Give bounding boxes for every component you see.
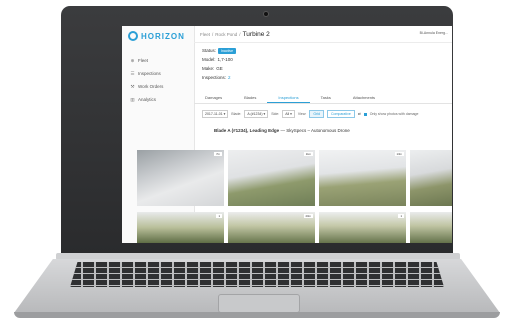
laptop-hinge: [56, 253, 460, 260]
breadcrumb-separator: /: [212, 31, 214, 37]
photo-badge: 11m: [303, 152, 313, 156]
photo-badge: 7m: [214, 152, 222, 156]
photo-group-name: Blade A (#1234), Leading Edge: [214, 128, 280, 133]
logo-icon: [128, 31, 138, 41]
sidebar-nav: ⊕ Fleet ☰ Inspections ⚒ Work Orders ▥ An…: [130, 54, 163, 106]
view-label: View:: [297, 112, 307, 116]
photo-thumbnail[interactable]: 1: [319, 212, 406, 243]
tab-bar: Damages Blades Inspections Tasks Attachm…: [194, 92, 452, 104]
page-title: Turbine 2: [242, 30, 270, 38]
photo-thumbnail[interactable]: [410, 212, 452, 243]
sidebar-item-fleet[interactable]: ⊕ Fleet: [130, 54, 163, 67]
touchpad: [218, 294, 300, 313]
inspections-count-link[interactable]: 2: [228, 75, 231, 80]
photo-thumbnail[interactable]: 13m: [319, 150, 406, 206]
photo-badge: 1: [398, 214, 404, 218]
laptop-front-edge: [14, 312, 500, 318]
analytics-icon: ▥: [130, 96, 135, 102]
sidebar-item-label: Analytics: [138, 97, 157, 102]
filter-bar: 2017-11-01 ▾ Blade: A (#1234) ▾ Side: Al…: [202, 110, 418, 118]
photo-thumbnail[interactable]: [410, 150, 452, 206]
app-window: HORIZON ⊕ Fleet ☰ Inspections ⚒ Work Ord…: [122, 26, 452, 243]
sidebar-item-inspections[interactable]: ☰ Inspections: [130, 67, 163, 80]
sidebar-item-label: Inspections: [138, 71, 161, 76]
sidebar-item-work-orders[interactable]: ⚒ Work Orders: [130, 80, 163, 93]
tab-blades[interactable]: Blades: [233, 92, 267, 103]
keyboard-rows: [70, 262, 444, 287]
status-label: Status:: [202, 48, 217, 53]
side-value: All: [285, 112, 290, 116]
wrench-icon: ⚒: [130, 83, 135, 89]
side-select[interactable]: All ▾: [282, 110, 295, 118]
laptop-screen: HORIZON ⊕ Fleet ☰ Inspections ⚒ Work Ord…: [122, 26, 452, 243]
photo-thumbnail[interactable]: 7m: [137, 150, 224, 206]
logo-text: HORIZON: [141, 31, 185, 41]
date-value: 2017-11-01: [205, 112, 223, 116]
webcam: [263, 11, 269, 17]
make-label: Make:: [202, 66, 215, 71]
inspections-icon: ☰: [130, 70, 135, 76]
photo-group-title: Blade A (#1234), Leading Edge — SkySpecs…: [214, 128, 350, 133]
logo[interactable]: HORIZON: [128, 31, 185, 41]
only-damage-checkbox[interactable]: [363, 112, 367, 116]
user-menu[interactable]: Bi-Annula Energ...: [420, 31, 448, 35]
make-value: GE: [216, 66, 223, 71]
photo-thumbnail[interactable]: 20m: [228, 212, 315, 243]
sidebar-item-analytics[interactable]: ▥ Analytics: [130, 93, 163, 106]
breadcrumb-rock-pond[interactable]: Rock Pond: [215, 32, 237, 37]
status-row: Status: Inactive: [202, 46, 237, 55]
tab-damages[interactable]: Damages: [194, 92, 233, 103]
laptop-frame: HORIZON ⊕ Fleet ☰ Inspections ⚒ Work Ord…: [0, 0, 514, 330]
inspections-row: Inspections: 2: [202, 73, 236, 82]
tab-inspections[interactable]: Inspections: [267, 92, 310, 103]
blade-label: Blade:: [231, 112, 242, 116]
view-comparative-button[interactable]: Comparative: [326, 110, 355, 118]
breadcrumb: Fleet / Rock Pond / Turbine 2: [200, 31, 270, 38]
status-badge: Inactive: [218, 47, 237, 54]
sidebar-item-label: Fleet: [138, 58, 149, 63]
view-grid-button[interactable]: Grid: [309, 110, 324, 118]
blade-value: A (#1234): [247, 112, 263, 116]
photo-thumbnail[interactable]: 11m: [228, 150, 315, 206]
photo-thumbnail[interactable]: 1: [137, 212, 224, 243]
make-row: Make: GE: [202, 64, 236, 73]
top-bar: Fleet / Rock Pond / Turbine 2 Bi-Annula …: [194, 26, 452, 43]
sidebar: HORIZON ⊕ Fleet ☰ Inspections ⚒ Work Ord…: [122, 26, 195, 243]
tab-attachments[interactable]: Attachments: [342, 92, 386, 103]
photo-badge: 13m: [394, 152, 404, 156]
swap-icon[interactable]: ⇄: [358, 112, 361, 116]
date-select[interactable]: 2017-11-01 ▾: [202, 110, 229, 118]
photo-group-source: — SkySpecs – Autonomous Drone: [279, 128, 350, 133]
photo-badge: 20m: [303, 214, 313, 218]
photo-badge: 1: [216, 214, 222, 218]
blade-select[interactable]: A (#1234) ▾: [244, 110, 269, 118]
breadcrumb-separator: /: [239, 31, 241, 37]
breadcrumb-fleet[interactable]: Fleet: [200, 32, 210, 37]
tab-tasks[interactable]: Tasks: [310, 92, 342, 103]
inspections-label: Inspections:: [202, 75, 227, 80]
turbine-details: Status: Inactive Model: 1,7-100 Make: GE…: [202, 46, 237, 82]
fleet-icon: ⊕: [130, 57, 135, 63]
sidebar-item-label: Work Orders: [138, 84, 164, 89]
side-label: Side:: [271, 112, 280, 116]
only-damage-label: Only show photos with damage: [369, 112, 419, 116]
model-row: Model: 1,7-100: [202, 55, 236, 64]
model-label: Model:: [202, 57, 216, 62]
model-value: 1,7-100: [217, 57, 233, 62]
